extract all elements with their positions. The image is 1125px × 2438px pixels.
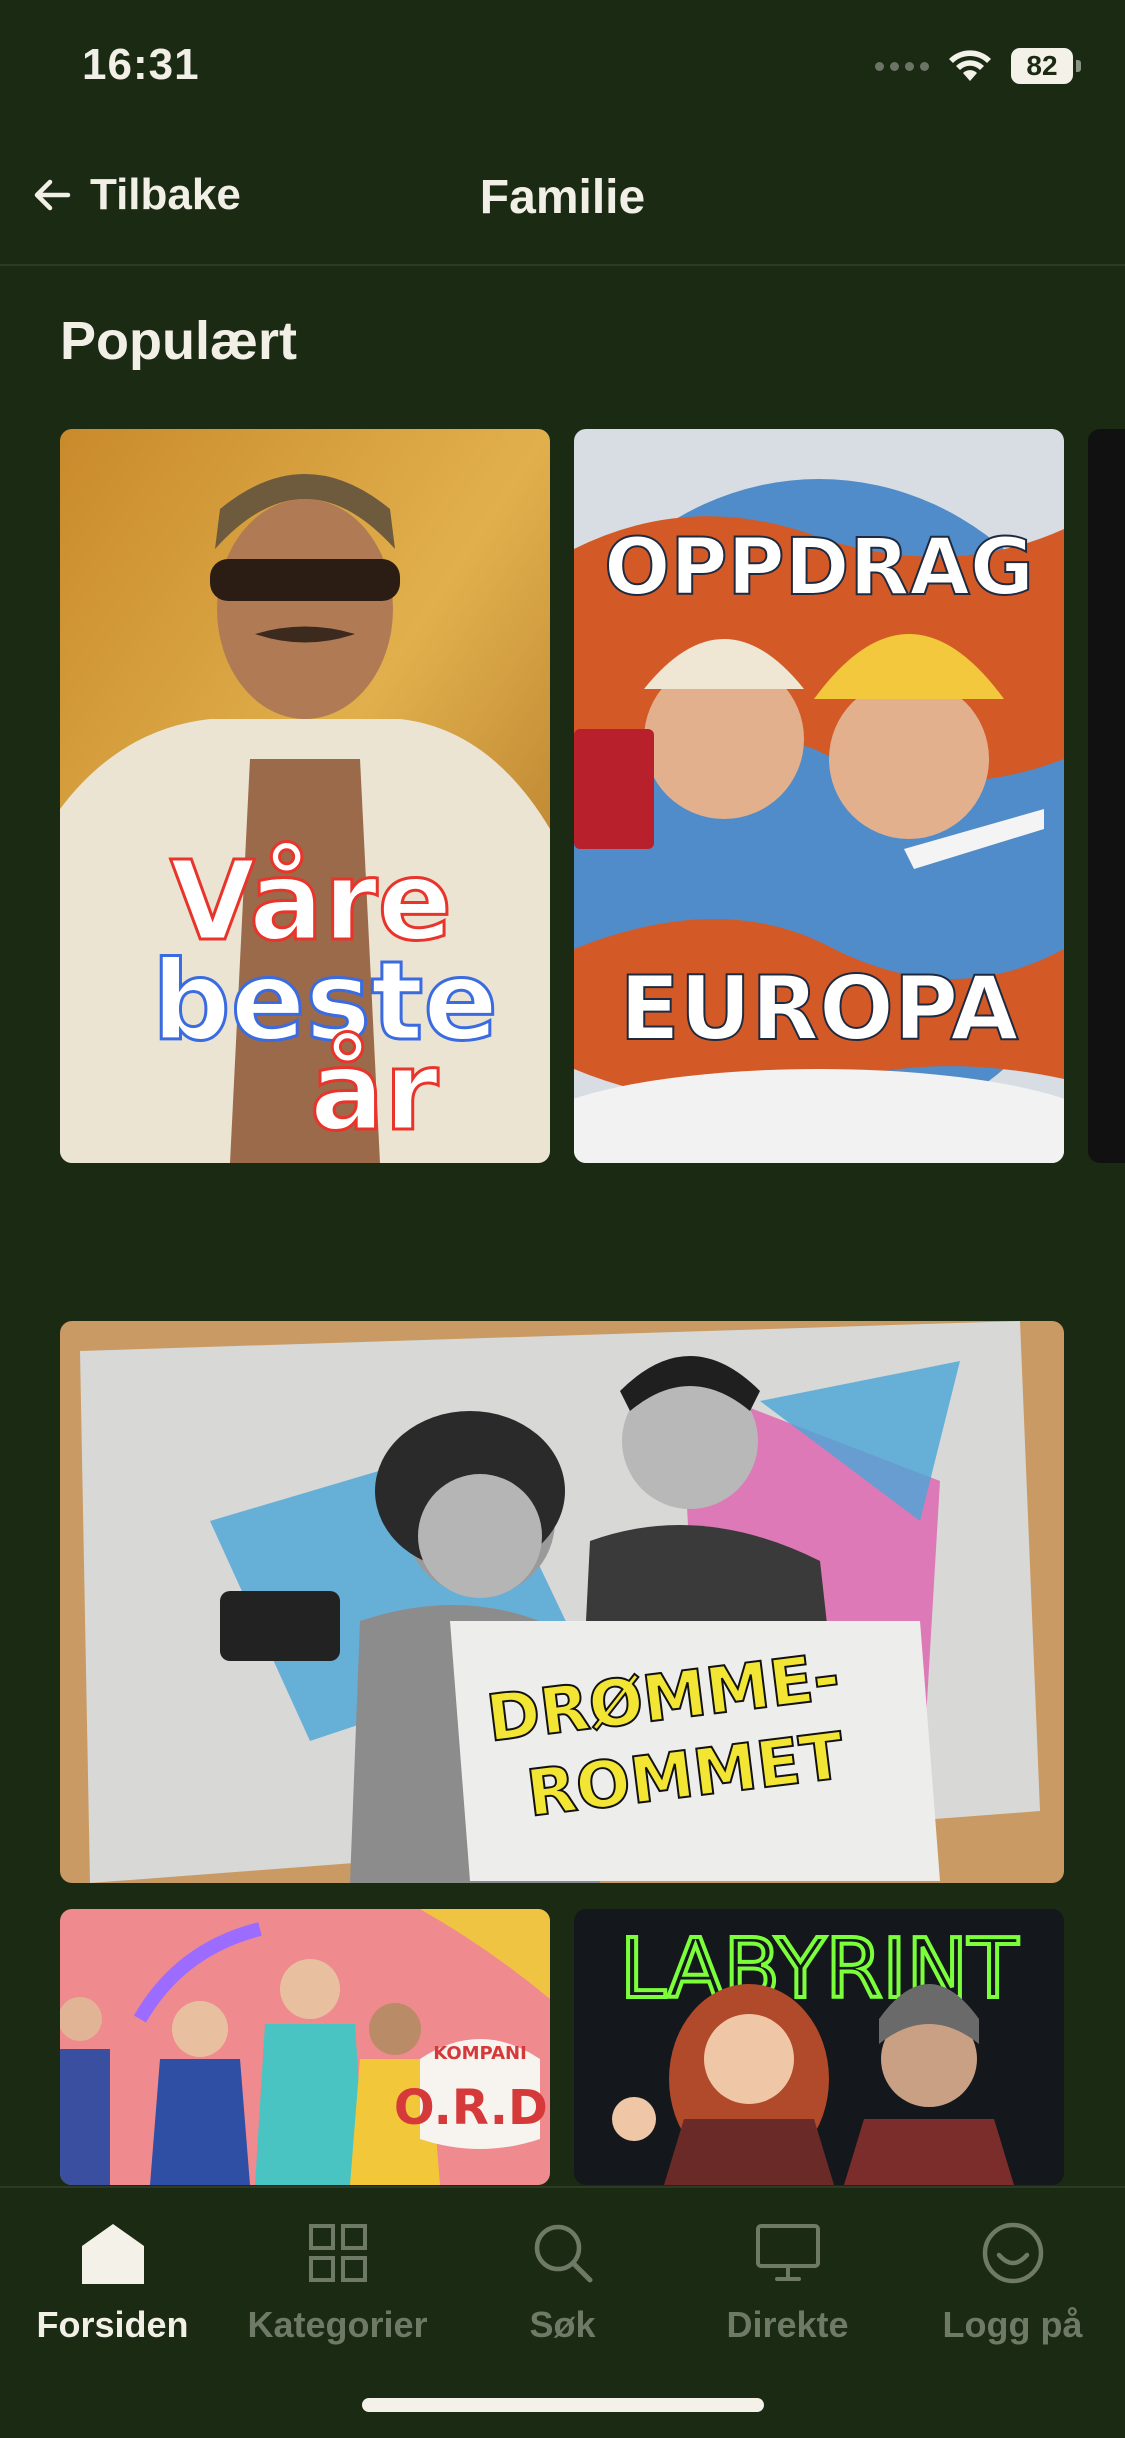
status-bar: 16:31 82 <box>0 0 1125 140</box>
poster-labyrint: LABYRINT <box>574 1909 1064 2185</box>
nav-header: Tilbake Familie <box>0 140 1125 266</box>
poster-drommerommet: DRØMME- ROMMET <box>60 1321 1064 1883</box>
card-vare-beste-ar[interactable]: Våre beste år <box>60 429 550 1163</box>
tab-forsiden[interactable]: Forsiden <box>0 2208 225 2346</box>
battery-icon: 82 <box>1011 48 1081 84</box>
poster-title-line1: OPPDRAG <box>604 523 1034 613</box>
wifi-icon <box>949 50 991 81</box>
tab-label: Søk <box>529 2304 596 2345</box>
tab-sok[interactable]: Søk <box>450 2208 675 2346</box>
tab-label: Forsiden <box>36 2304 189 2345</box>
card-labyrint[interactable]: LABYRINT <box>574 1909 1064 2185</box>
poster-kompani-ord: KOMPANI O.R.D. <box>60 1909 550 2185</box>
home-icon <box>81 2224 144 2284</box>
card-oppdrag-europa[interactable]: OPPDRAG EUROPA <box>574 429 1064 1163</box>
poster-oppdrag-europa: OPPDRAG EUROPA <box>574 429 1064 1163</box>
grid-icon <box>308 2224 367 2282</box>
status-time: 16:31 <box>82 40 200 89</box>
card-kompani-ord[interactable]: KOMPANI O.R.D. <box>60 1909 550 2185</box>
poster-title-top: KOMPANI <box>433 2043 527 2064</box>
poster-vare-beste-ar: Våre beste år <box>60 429 550 1163</box>
status-icons: 82 <box>875 48 1081 84</box>
tab-label: Direkte <box>726 2304 849 2345</box>
home-indicator[interactable] <box>362 2398 764 2412</box>
poster-title-line2: EUROPA <box>620 957 1019 1060</box>
section-title: Populært <box>60 311 297 371</box>
tab-label: Kategorier <box>247 2304 428 2345</box>
tab-label: Logg på <box>942 2304 1083 2345</box>
tab-kategorier[interactable]: Kategorier <box>225 2208 450 2346</box>
tab-direkte[interactable]: Direkte <box>675 2208 900 2346</box>
card-drommerommet[interactable]: DRØMME- ROMMET <box>60 1321 1064 1883</box>
card-next-peek[interactable] <box>1088 429 1125 1163</box>
cellular-signal-icon <box>875 61 929 71</box>
poster-title-bottom: O.R.D. <box>394 2080 550 2136</box>
smile-icon <box>982 2222 1043 2284</box>
tab-logg-pa[interactable]: Logg på <box>900 2208 1125 2346</box>
poster-title-line3: år <box>310 1027 438 1155</box>
battery-level: 82 <box>1011 48 1073 84</box>
search-icon <box>534 2224 592 2283</box>
tv-icon <box>755 2224 820 2281</box>
page-title: Familie <box>479 171 646 224</box>
